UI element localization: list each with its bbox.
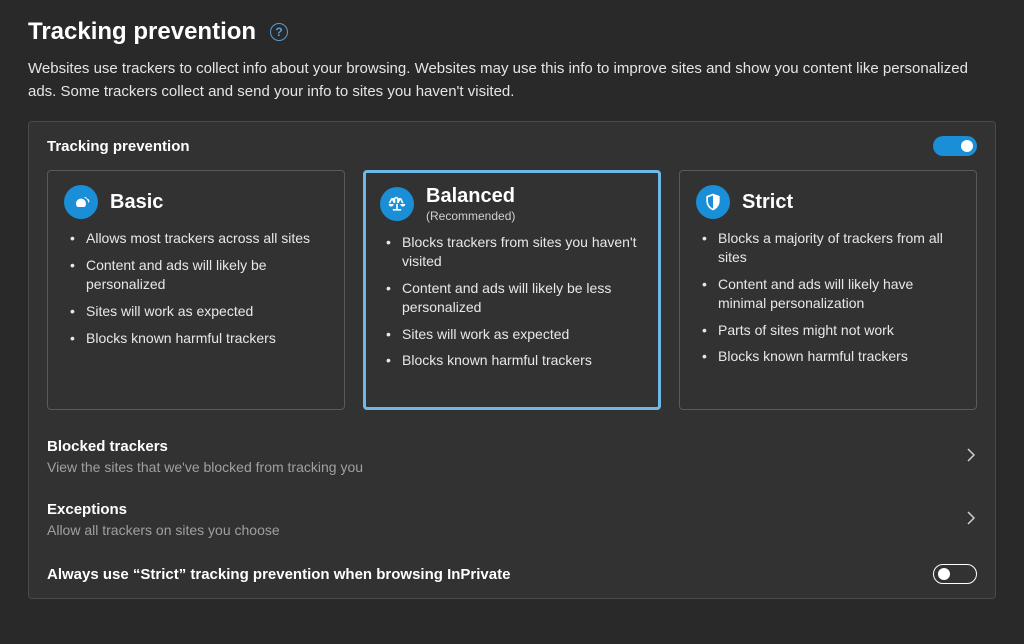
bullet: Blocks known harmful trackers bbox=[70, 329, 328, 348]
bullet: Content and ads will likely be less pers… bbox=[386, 279, 644, 317]
inprivate-strict-toggle[interactable] bbox=[933, 564, 977, 584]
bullet: Parts of sites might not work bbox=[702, 321, 960, 340]
chevron-right-icon bbox=[965, 509, 977, 531]
row-label: Exceptions bbox=[47, 501, 280, 518]
page-title: Tracking prevention bbox=[28, 18, 256, 46]
bullet: Blocks trackers from sites you haven't v… bbox=[386, 233, 644, 271]
bullet: Sites will work as expected bbox=[70, 302, 328, 321]
row-sublabel: Allow all trackers on sites you choose bbox=[47, 522, 280, 538]
bullet: Blocks a majority of trackers from all s… bbox=[702, 229, 960, 267]
exceptions-row[interactable]: Exceptions Allow all trackers on sites y… bbox=[47, 491, 977, 554]
balanced-icon bbox=[380, 187, 414, 221]
bullet: Blocks known harmful trackers bbox=[386, 351, 644, 370]
level-cards: Basic Allows most trackers across all si… bbox=[47, 170, 977, 410]
bullet: Content and ads will likely be personali… bbox=[70, 256, 328, 294]
card-title: Basic bbox=[110, 191, 163, 213]
inprivate-strict-row[interactable]: Always use “Strict” tracking prevention … bbox=[47, 554, 977, 594]
strict-icon bbox=[696, 185, 730, 219]
bullet: Allows most trackers across all sites bbox=[70, 229, 328, 248]
level-card-balanced[interactable]: Balanced (Recommended) Blocks trackers f… bbox=[363, 170, 661, 410]
bullet: Content and ads will likely have minimal… bbox=[702, 275, 960, 313]
level-card-strict[interactable]: Strict Blocks a majority of trackers fro… bbox=[679, 170, 977, 410]
card-title: Strict bbox=[742, 191, 793, 213]
bullet: Blocks known harmful trackers bbox=[702, 347, 960, 366]
tracking-prevention-toggle[interactable] bbox=[933, 136, 977, 156]
card-title: Balanced bbox=[426, 185, 515, 207]
row-label: Blocked trackers bbox=[47, 438, 363, 455]
row-label: Always use “Strict” tracking prevention … bbox=[47, 566, 510, 583]
card-bullets: Blocks trackers from sites you haven't v… bbox=[386, 233, 644, 370]
help-icon[interactable]: ? bbox=[270, 23, 288, 41]
level-card-basic[interactable]: Basic Allows most trackers across all si… bbox=[47, 170, 345, 410]
page-description: Websites use trackers to collect info ab… bbox=[28, 58, 988, 103]
bullet: Sites will work as expected bbox=[386, 325, 644, 344]
toggle-knob bbox=[938, 568, 950, 580]
row-sublabel: View the sites that we've blocked from t… bbox=[47, 459, 363, 475]
card-bullets: Allows most trackers across all sites Co… bbox=[70, 229, 328, 347]
tracking-prevention-panel: Tracking prevention Basic Allows most tr… bbox=[28, 121, 996, 599]
chevron-right-icon bbox=[965, 446, 977, 468]
basic-icon bbox=[64, 185, 98, 219]
blocked-trackers-row[interactable]: Blocked trackers View the sites that we'… bbox=[47, 428, 977, 491]
toggle-knob bbox=[961, 140, 973, 152]
card-subtitle: (Recommended) bbox=[426, 209, 515, 223]
panel-title: Tracking prevention bbox=[47, 138, 190, 155]
card-bullets: Blocks a majority of trackers from all s… bbox=[702, 229, 960, 366]
